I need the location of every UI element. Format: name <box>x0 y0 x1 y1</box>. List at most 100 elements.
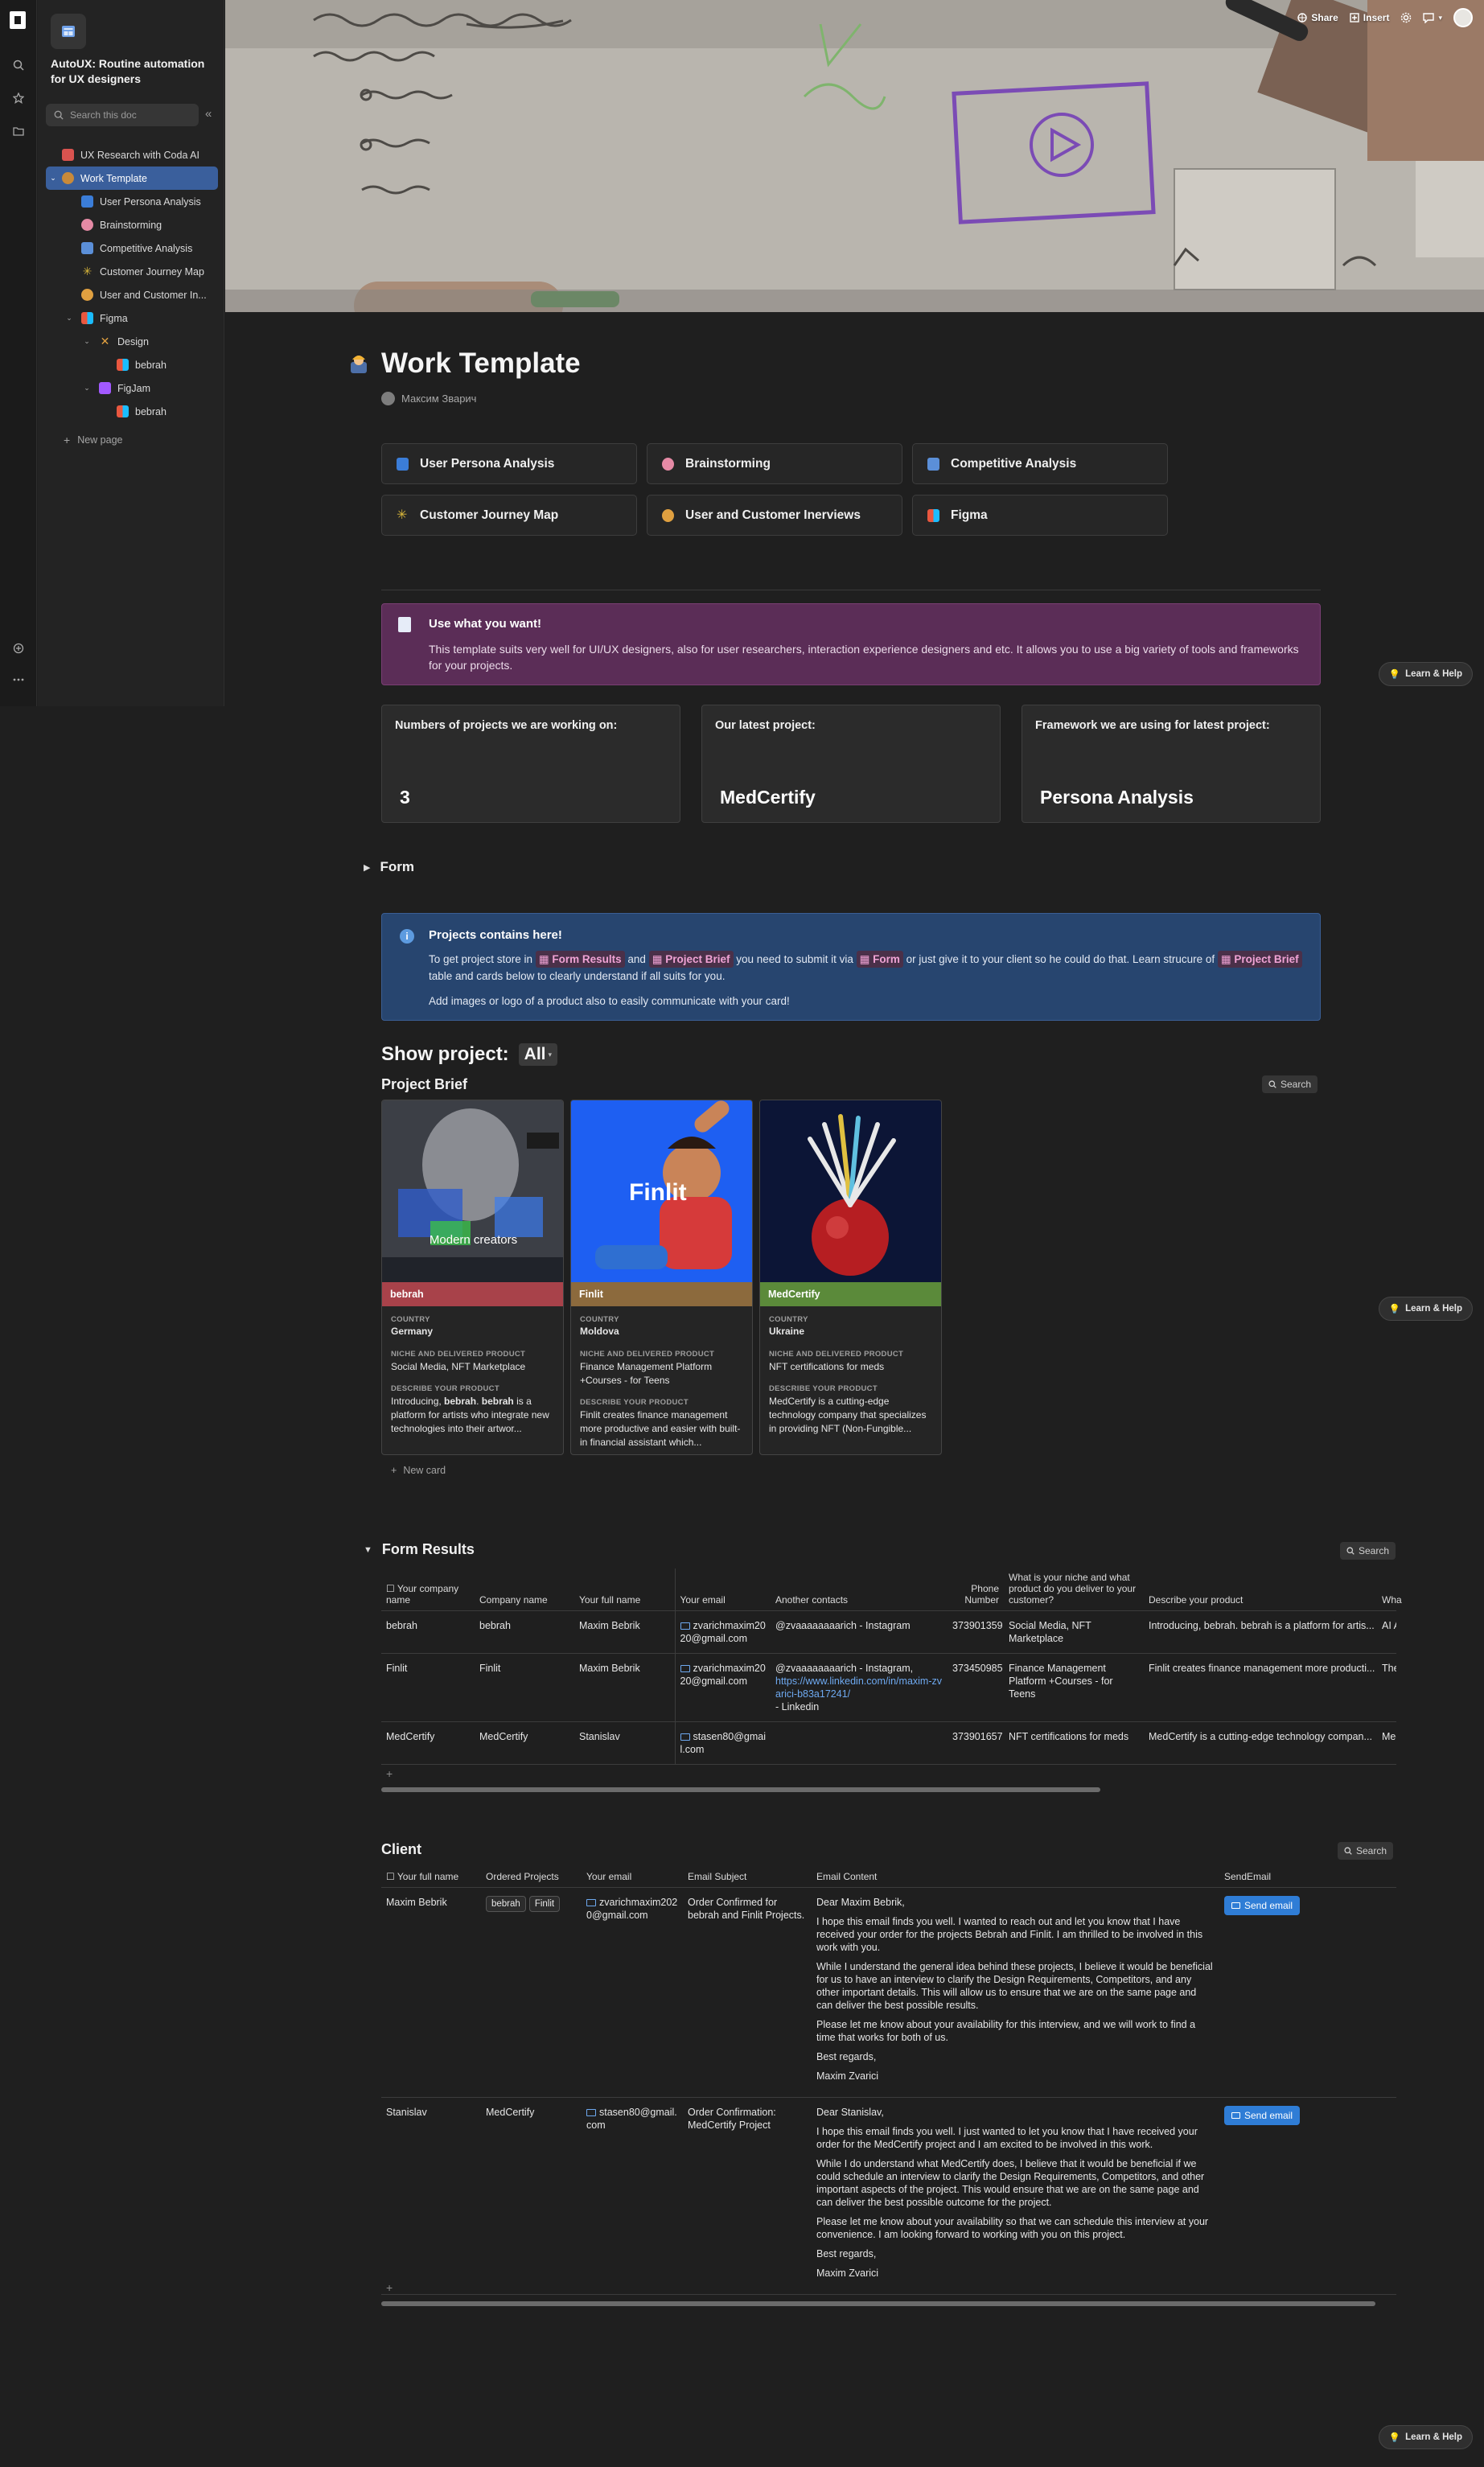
cell-full-name[interactable]: Maxim Bebrik <box>381 1887 481 2098</box>
sidebar-item-figma[interactable]: ⌄ Figma <box>46 306 218 330</box>
row-checkbox-icon[interactable]: ☐ <box>386 1871 395 1882</box>
triangle-down-icon[interactable]: ▼ <box>364 1545 372 1555</box>
email-link[interactable]: stasen80@gmail.com <box>586 2107 677 2131</box>
column-header[interactable]: Another contacts <box>771 1569 948 1611</box>
cell-full-name[interactable]: Maxim Bebrik <box>574 1653 676 1722</box>
doc-title[interactable]: AutoUX: Routine automation for UX design… <box>51 56 212 87</box>
column-header[interactable]: Your email <box>675 1569 771 1611</box>
column-header[interactable]: ☐ Your full name <box>381 1868 481 1888</box>
email-link[interactable]: zvarichmaxim2020@gmail.com <box>680 1620 766 1644</box>
email-link[interactable]: zvarichmaxim2020@gmail.com <box>586 1897 677 1921</box>
column-header[interactable]: SendEmail <box>1219 1868 1396 1888</box>
project-pill[interactable]: bebrah <box>486 1896 526 1912</box>
cell-contacts[interactable] <box>771 1721 948 1765</box>
cell-email-content[interactable]: Dear Stanislav, I hope this email finds … <box>812 2097 1219 2295</box>
cell-ordered-projects[interactable]: bebrah Finlit <box>481 1887 582 2098</box>
cell-full-name[interactable]: Stanislav <box>574 1721 676 1765</box>
cell-company[interactable]: Finlit <box>381 1653 475 1722</box>
add-row-button[interactable]: + <box>386 2281 393 2294</box>
link-user-persona[interactable]: User Persona Analysis <box>381 443 637 484</box>
cell-contacts[interactable]: @zvaaaaaaaarich - Instagram <box>771 1610 948 1654</box>
column-header[interactable]: Your full name <box>574 1569 676 1611</box>
learn-help-button[interactable]: 💡 Learn & Help <box>1378 662 1473 686</box>
link-competitive[interactable]: Competitive Analysis <box>912 443 1168 484</box>
email-link[interactable]: stasen80@gmail.com <box>680 1731 767 1755</box>
form-results-toggle[interactable]: ▼ Form Results <box>364 1541 475 1558</box>
add-circle-icon[interactable] <box>10 639 27 657</box>
star-icon[interactable] <box>10 89 27 107</box>
link-interviews[interactable]: User and Customer Inerviews <box>647 495 902 536</box>
comments-icon[interactable]: ▾ <box>1423 12 1442 23</box>
project-pill[interactable]: Finlit <box>528 1896 561 1912</box>
column-header[interactable]: Email Content <box>812 1868 1219 1888</box>
share-button[interactable]: Share <box>1297 12 1338 23</box>
cell-full-name[interactable]: Maxim Bebrik <box>574 1610 676 1654</box>
column-header[interactable]: ☐ Your company name <box>381 1569 475 1611</box>
collapse-sidebar-icon[interactable]: « <box>205 107 212 121</box>
table-row[interactable]: MedCertify MedCertify Stanislav stasen80… <box>381 1721 1396 1765</box>
column-header[interactable]: Describe your product <box>1144 1569 1377 1611</box>
cell-subject[interactable]: Order Confirmation: MedCertify Project <box>683 2097 812 2295</box>
project-pill[interactable]: MedCertify <box>486 2107 534 2118</box>
cell-description[interactable]: MedCertify is a cutting-edge technology … <box>1144 1721 1377 1765</box>
project-brief-search-button[interactable]: Search <box>1262 1075 1318 1093</box>
folder-icon[interactable] <box>10 122 27 140</box>
sidebar-item-figjam[interactable]: ⌄ FigJam <box>46 376 218 400</box>
chevron-down-icon[interactable]: ⌄ <box>49 174 57 183</box>
sidebar-item-brainstorming[interactable]: Brainstorming <box>46 213 218 236</box>
cell-niche[interactable]: NFT certifications for meds <box>1004 1721 1144 1765</box>
doc-search[interactable] <box>46 104 199 126</box>
sidebar-item-ux-research[interactable]: UX Research with Coda AI <box>46 143 218 167</box>
sidebar-item-journey-map[interactable]: ✳ Customer Journey Map <box>46 260 218 283</box>
chevron-down-icon[interactable]: ⌄ <box>83 384 91 393</box>
horizontal-scrollbar[interactable] <box>381 2301 1375 2306</box>
insert-button[interactable]: Insert <box>1350 12 1389 23</box>
column-header[interactable]: Company name <box>475 1569 574 1611</box>
add-row-button[interactable]: + <box>386 1767 393 1780</box>
sidebar-item-interviews[interactable]: User and Customer In... <box>46 283 218 306</box>
sidebar-item-competitive[interactable]: Competitive Analysis <box>46 236 218 260</box>
cell-email[interactable]: zvarichmaxim2020@gmail.com <box>675 1610 771 1654</box>
doc-search-input[interactable] <box>70 109 191 121</box>
cell-email[interactable]: zvarichmaxim2020@gmail.com <box>582 1887 683 2098</box>
cell-subject[interactable]: Order Confirmed for bebrah and Finlit Pr… <box>683 1887 812 2098</box>
table-row[interactable]: Maxim Bebrik bebrah Finlit zvarichmaxim20… <box>381 1887 1396 2098</box>
cell-company[interactable]: MedCertify <box>381 1721 475 1765</box>
column-header[interactable]: Phone Number <box>948 1569 1004 1611</box>
cell-email[interactable]: stasen80@gmail.com <box>675 1721 771 1765</box>
doc-icon[interactable] <box>51 14 86 49</box>
cell-description[interactable]: Finlit creates finance management more p… <box>1144 1653 1377 1722</box>
chip-form[interactable]: ▦ Form <box>856 951 903 968</box>
linkedin-link[interactable]: https://www.linkedin.com/in/maxim-zvaric… <box>775 1676 942 1700</box>
settings-gear-icon[interactable] <box>1400 12 1412 23</box>
cell-full-name[interactable]: Stanislav <box>381 2097 481 2295</box>
new-page-button[interactable]: + New page <box>46 428 218 451</box>
table-row[interactable]: Stanislav MedCertify stasen80@gmail.com … <box>381 2097 1396 2295</box>
chip-project-brief[interactable]: ▦ Project Brief <box>648 951 734 968</box>
project-filter-select[interactable]: All ▾ <box>518 1043 558 1066</box>
cell-phone[interactable]: 373450985 <box>948 1653 1004 1722</box>
table-row[interactable]: Finlit Finlit Maxim Bebrik zvarichmaxim2… <box>381 1653 1396 1722</box>
cell-email[interactable]: stasen80@gmail.com <box>582 2097 683 2295</box>
row-checkbox-icon[interactable]: ☐ <box>386 1583 395 1594</box>
cell-company[interactable]: bebrah <box>381 1610 475 1654</box>
sidebar-item-user-persona[interactable]: User Persona Analysis <box>46 190 218 213</box>
horizontal-scrollbar[interactable] <box>381 1787 1100 1792</box>
cell-truncated[interactable]: The <box>1377 1653 1396 1722</box>
cell-description[interactable]: Introducing, bebrah. bebrah is a platfor… <box>1144 1610 1377 1654</box>
cell-contacts[interactable]: @zvaaaaaaaarich - Instagram, https://www.… <box>771 1653 948 1722</box>
cell-email[interactable]: zvarichmaxim2020@gmail.com <box>675 1653 771 1722</box>
link-brainstorming[interactable]: Brainstorming <box>647 443 902 484</box>
sidebar-item-bebrah[interactable]: bebrah <box>46 353 218 376</box>
sidebar-item-bebrah-2[interactable]: bebrah <box>46 400 218 423</box>
form-toggle[interactable]: ▶ Form <box>364 859 414 875</box>
chevron-down-icon[interactable]: ⌄ <box>65 314 73 323</box>
project-card-finlit[interactable]: Finlit Finlit COUNTRY Moldova NICHE AND … <box>570 1100 753 1455</box>
column-header[interactable]: Wha <box>1377 1569 1402 1611</box>
cell-ordered-projects[interactable]: MedCertify <box>481 2097 582 2295</box>
search-icon[interactable] <box>10 56 27 74</box>
send-email-button[interactable]: Send email <box>1224 1896 1301 1915</box>
sidebar-item-work-template[interactable]: ⌄ Work Template <box>46 167 218 190</box>
cell-email-content[interactable]: Dear Maxim Bebrik, I hope this email fin… <box>812 1887 1219 2098</box>
cell-truncated[interactable]: AI A <box>1377 1610 1396 1654</box>
